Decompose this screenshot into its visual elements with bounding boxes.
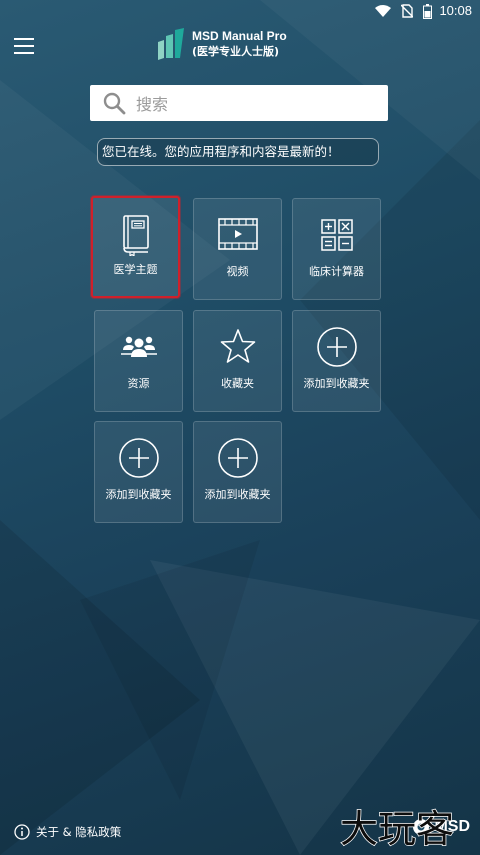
tile-label: 添加到收藏夹 — [204, 488, 271, 501]
tile-label: 添加到收藏夹 — [303, 377, 370, 390]
search-placeholder: 搜索 — [136, 95, 169, 114]
wifi-icon — [375, 5, 391, 17]
tile-resources[interactable]: 资源 — [94, 310, 183, 412]
tile-clinical-calculators[interactable]: 临床计算器 — [292, 198, 381, 300]
plus-circle-icon — [217, 438, 258, 478]
calculator-icon — [320, 219, 353, 251]
tile-add-to-favorites[interactable]: 添加到收藏夹 — [193, 421, 282, 523]
about-privacy-label: 关于 & 隐私政策 — [36, 825, 122, 839]
menu-button[interactable] — [14, 38, 34, 54]
msd-logo-icon — [158, 28, 184, 60]
about-privacy-link[interactable]: 关于 & 隐私政策 — [14, 824, 121, 840]
app-logo: MSD Manual Pro (医学专业人士版) — [156, 28, 287, 60]
logo-title: MSD Manual Pro — [192, 29, 287, 43]
battery-icon — [423, 4, 432, 19]
status-time: 10:08 — [439, 3, 472, 18]
logo-subtitle: (医学专业人士版) — [192, 45, 280, 58]
watermark-text: 大玩客 — [340, 807, 454, 850]
plus-circle-icon — [316, 327, 357, 367]
online-status-message: 您已在线。您的应用程序和内容是最新的！ — [97, 138, 379, 166]
tile-label: 医学主题 — [113, 263, 158, 276]
tile-label: 添加到收藏夹 — [105, 488, 172, 501]
app-header: MSD Manual Pro (医学专业人士版) — [0, 24, 480, 74]
tile-add-to-favorites[interactable]: 添加到收藏夹 — [292, 310, 381, 412]
no-sim-icon — [401, 4, 413, 18]
info-icon — [14, 824, 30, 840]
status-icons — [375, 4, 432, 19]
book-icon — [122, 215, 149, 256]
watermark-logo: 大玩客 — [340, 806, 455, 850]
search-icon — [103, 92, 126, 115]
plus-circle-icon — [118, 438, 159, 478]
tile-add-to-favorites[interactable]: 添加到收藏夹 — [94, 421, 183, 523]
tile-videos[interactable]: 视频 — [193, 198, 282, 300]
star-icon — [220, 329, 255, 363]
film-icon — [217, 218, 258, 250]
search-input[interactable]: 搜索 — [90, 85, 388, 121]
people-icon — [120, 336, 157, 357]
tile-label: 收藏夹 — [221, 377, 254, 390]
status-bar: 10:08 — [0, 0, 480, 24]
tile-label: 资源 — [127, 377, 150, 390]
tile-favorites[interactable]: 收藏夹 — [193, 310, 282, 412]
tile-label: 视频 — [226, 265, 249, 278]
tile-medical-topics[interactable]: 医学主题 — [91, 196, 180, 298]
tile-label: 临床计算器 — [309, 265, 364, 278]
hamburger-icon — [14, 38, 34, 40]
